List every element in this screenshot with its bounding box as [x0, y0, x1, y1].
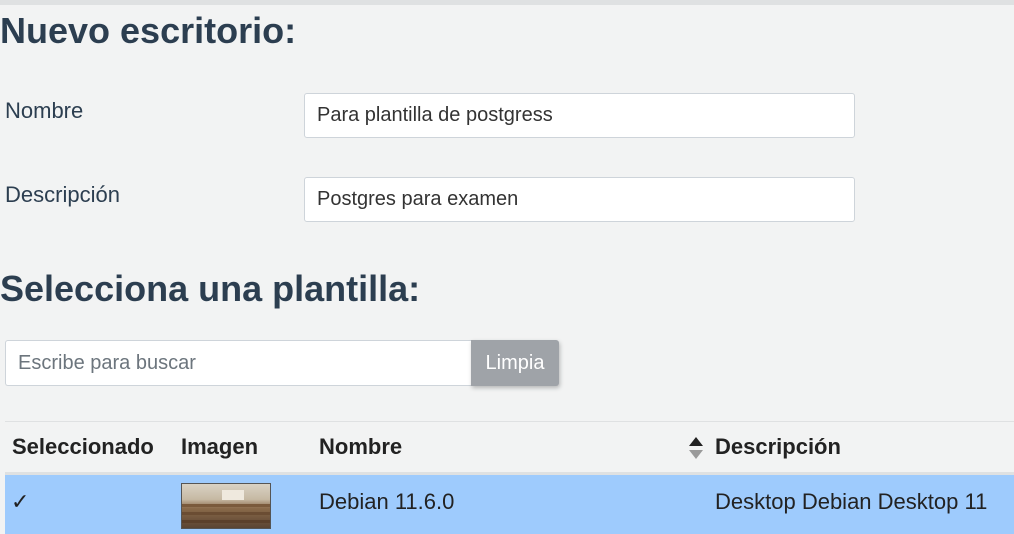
- clear-search-button[interactable]: Limpia: [471, 340, 559, 386]
- template-search-group: Limpia: [5, 340, 559, 386]
- column-header-name[interactable]: Nombre: [319, 434, 402, 460]
- table-row[interactable]: ✓ Debian 11.6.0 Desktop Debian Desktop 1…: [5, 475, 1014, 534]
- description-input[interactable]: [304, 177, 855, 222]
- check-icon: ✓: [11, 489, 30, 514]
- description-label: Descripción: [5, 182, 120, 207]
- column-header-description[interactable]: Descripción: [715, 434, 841, 460]
- row-description: Desktop Debian Desktop 11: [715, 489, 988, 514]
- top-divider: [0, 0, 1014, 5]
- select-template-heading: Selecciona una plantilla:: [0, 268, 421, 309]
- template-search-input[interactable]: [5, 340, 471, 386]
- classroom-thumbnail-image: [181, 483, 271, 529]
- name-label: Nombre: [5, 98, 84, 123]
- row-name: Debian 11.6.0: [319, 489, 455, 514]
- new-desktop-heading: Nuevo escritorio:: [0, 10, 297, 51]
- sort-up-down-icon[interactable]: [688, 436, 704, 460]
- name-input[interactable]: [304, 93, 855, 138]
- column-header-image[interactable]: Imagen: [181, 434, 258, 460]
- column-header-selected[interactable]: Seleccionado: [12, 434, 154, 460]
- table-top-border: [5, 421, 1014, 422]
